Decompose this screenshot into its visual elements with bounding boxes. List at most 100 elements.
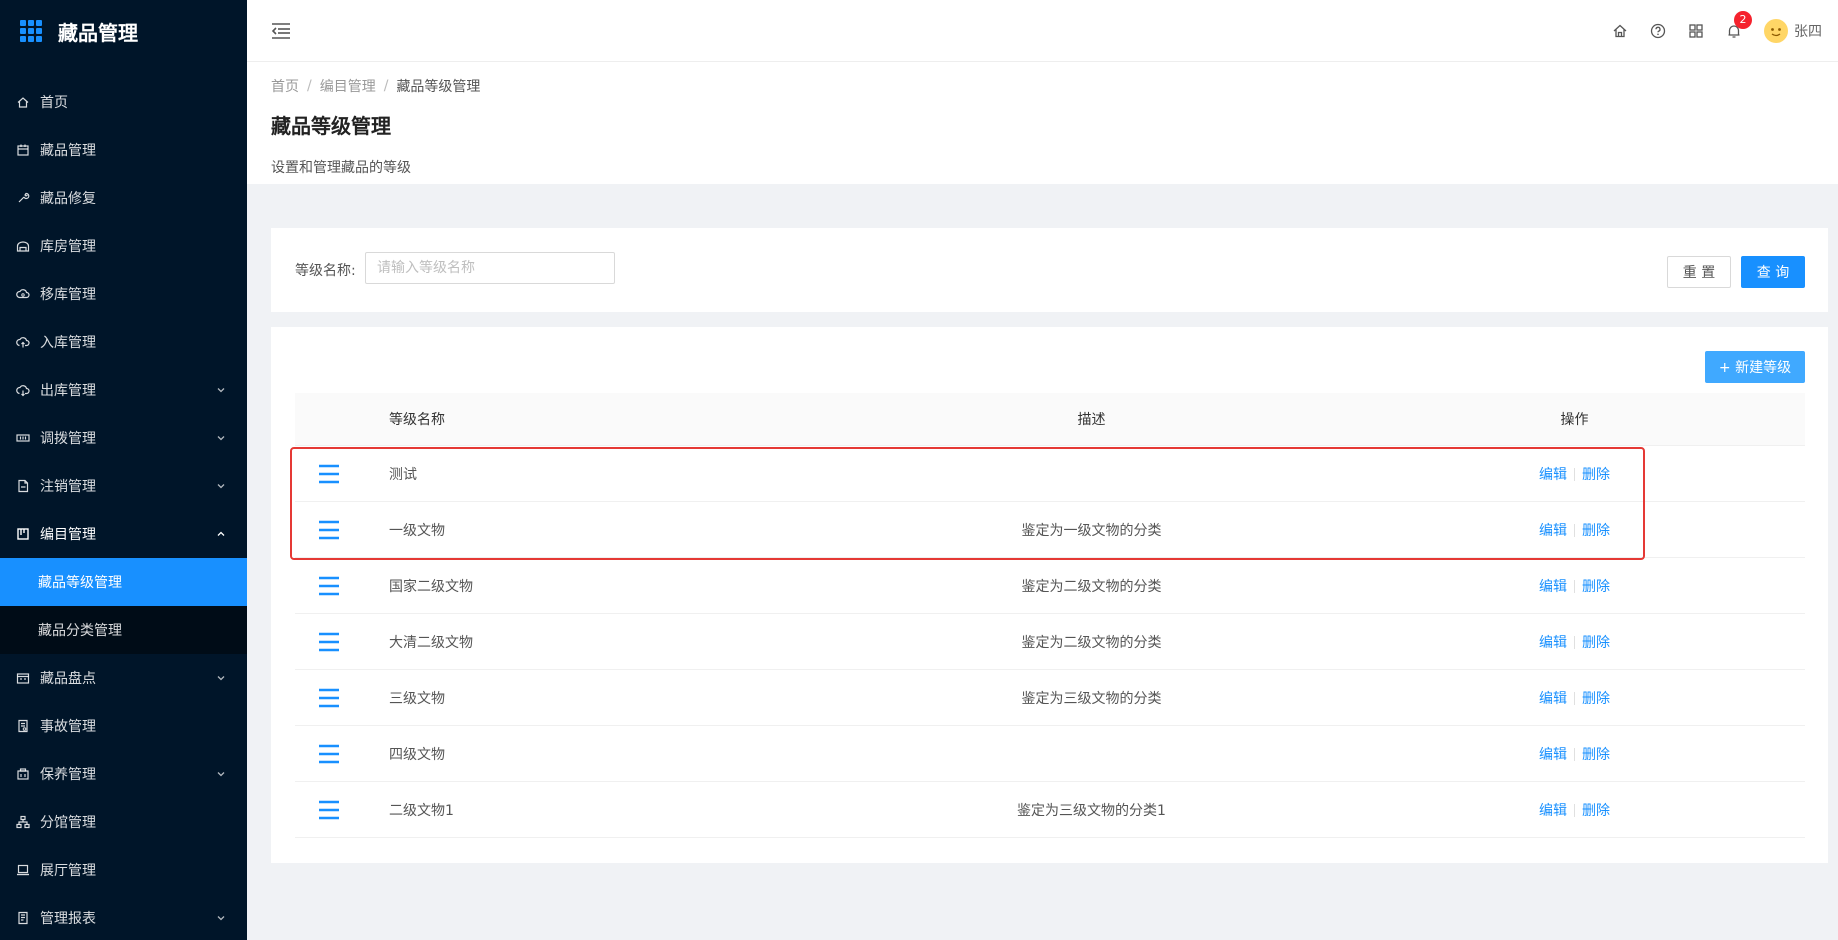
drag-handle-icon[interactable] [317, 519, 341, 541]
delete-link[interactable]: 删除 [1582, 803, 1610, 819]
sidebar-item[interactable]: 库房管理 [0, 222, 247, 270]
sidebar-item[interactable]: 管理报表 [0, 894, 247, 940]
edit-link[interactable]: 编辑 [1539, 747, 1567, 763]
table-row: 四级文物 编辑 删除 [295, 726, 1805, 782]
edit-link[interactable]: 编辑 [1539, 635, 1567, 651]
laptop-icon [16, 863, 30, 877]
drag-handle-icon[interactable] [317, 687, 341, 709]
home-icon [16, 95, 30, 109]
level-table: 等级名称 描述 操作 测试 编辑 删除 一级文物 鉴定为一级文物的分类 编辑 删除 国家二级文… [295, 393, 1805, 838]
level-name-label: 等级名称: [295, 263, 356, 279]
sidebar-item-label: 展厅管理 [40, 863, 96, 879]
level-description-cell: 鉴定为一级文物的分类 [1021, 522, 1162, 539]
edit-link[interactable]: 编辑 [1539, 691, 1567, 707]
sidebar-item-label: 首页 [40, 95, 68, 111]
branch-icon [16, 815, 30, 829]
file-icon [16, 479, 30, 493]
delete-link[interactable]: 删除 [1582, 579, 1610, 595]
sidebar-item-label: 管理报表 [40, 911, 96, 927]
search-card: 等级名称: 重 置 查 询 [271, 228, 1828, 312]
drag-cell [295, 519, 389, 541]
sidebar-item-label: 分馆管理 [40, 815, 96, 831]
warehouse-icon [16, 239, 30, 253]
edit-link[interactable]: 编辑 [1539, 579, 1567, 595]
sidebar-item-label: 移库管理 [40, 287, 96, 303]
table-row: 一级文物 鉴定为一级文物的分类 编辑 删除 [295, 502, 1805, 558]
sidebar-item[interactable]: 分馆管理 [0, 798, 247, 846]
sidebar-item[interactable]: 事故管理 [0, 702, 247, 750]
table-body: 测试 编辑 删除 一级文物 鉴定为一级文物的分类 编辑 删除 国家二级文物 鉴定为二级文物的分类… [295, 446, 1805, 838]
sidebar-item-label: 注销管理 [40, 479, 96, 495]
sidebar-item-label: 调拨管理 [40, 431, 96, 447]
report-icon [16, 911, 30, 925]
sidebar-item[interactable]: 展厅管理 [0, 846, 247, 894]
drag-handle-icon[interactable] [317, 631, 341, 653]
actions-cell: 编辑 删除 [1344, 520, 1805, 540]
help-icon[interactable] [1650, 23, 1666, 39]
action-divider [1574, 804, 1575, 817]
level-name-cell: 四级文物 [389, 746, 445, 763]
sidebar-item-label: 藏品盘点 [40, 671, 96, 687]
actions-cell: 编辑 删除 [1344, 800, 1805, 820]
column-header-actions: 操作 [1560, 412, 1589, 428]
drag-handle-icon[interactable] [317, 463, 341, 485]
breadcrumb-item-catalog[interactable]: 编目管理 [320, 76, 376, 96]
breadcrumb: 首页 / 编目管理 / 藏品等级管理 [271, 76, 1814, 96]
delete-link[interactable]: 删除 [1582, 691, 1610, 707]
edit-link[interactable]: 编辑 [1539, 523, 1567, 539]
breadcrumb-separator: / [383, 78, 389, 94]
delete-link[interactable]: 删除 [1582, 747, 1610, 763]
table-row: 测试 编辑 删除 [295, 446, 1805, 502]
transfer-icon [16, 431, 30, 445]
drag-cell [295, 799, 389, 821]
delete-link[interactable]: 删除 [1582, 523, 1610, 539]
notification-bell[interactable]: 2 [1726, 11, 1752, 39]
level-description-cell: 鉴定为三级文物的分类 [1021, 690, 1162, 707]
sidebar-item-label: 事故管理 [40, 719, 96, 735]
cloud-download-icon [16, 383, 30, 397]
logo: 藏品管理 [0, 0, 247, 62]
inventory-icon [16, 671, 30, 685]
sidebar-item[interactable]: 首页 [0, 78, 247, 126]
sidebar-item[interactable]: 出库管理 [0, 366, 247, 414]
action-divider [1574, 524, 1575, 537]
menu-fold-icon[interactable] [271, 22, 291, 40]
apps-icon[interactable] [1688, 23, 1704, 39]
sidebar-item[interactable]: 藏品盘点 [0, 654, 247, 702]
actions-cell: 编辑 删除 [1344, 464, 1805, 484]
edit-link[interactable]: 编辑 [1539, 467, 1567, 483]
new-level-button[interactable]: + 新建等级 [1705, 351, 1805, 383]
avatar[interactable] [1764, 19, 1788, 43]
cloud-upload-icon [16, 335, 30, 349]
sidebar-item[interactable]: 注销管理 [0, 462, 247, 510]
sidebar-menu: 首页 藏品管理 藏品修复 库房管理 移库管理 入库管理 出库管理 调拨管理 注销管理 编目管理 藏品… [0, 78, 247, 940]
chevron-down-icon [217, 484, 225, 489]
drag-cell [295, 687, 389, 709]
sidebar-item[interactable]: 移库管理 [0, 270, 247, 318]
delete-link[interactable]: 删除 [1582, 467, 1610, 483]
sidebar-subitem[interactable]: 藏品等级管理 [0, 558, 247, 606]
sidebar: 藏品管理 首页 藏品管理 藏品修复 库房管理 移库管理 入库管理 出库管理 调拨管理 注销管理编… [0, 0, 247, 940]
query-button[interactable]: 查 询 [1741, 256, 1805, 288]
reset-button[interactable]: 重 置 [1667, 256, 1731, 288]
sidebar-item[interactable]: 编目管理 [0, 510, 247, 558]
sidebar-subitem[interactable]: 藏品分类管理 [0, 606, 247, 654]
sidebar-item[interactable]: 调拨管理 [0, 414, 247, 462]
edit-link[interactable]: 编辑 [1539, 803, 1567, 819]
drag-handle-icon[interactable] [317, 743, 341, 765]
sidebar-item[interactable]: 保养管理 [0, 750, 247, 798]
sidebar-item[interactable]: 入库管理 [0, 318, 247, 366]
drag-handle-icon[interactable] [317, 799, 341, 821]
sidebar-item[interactable]: 藏品管理 [0, 126, 247, 174]
breadcrumb-item-home[interactable]: 首页 [271, 76, 299, 96]
sidebar-item[interactable]: 藏品修复 [0, 174, 247, 222]
level-name-cell: 二级文物1 [389, 802, 454, 819]
home-icon[interactable] [1612, 23, 1628, 39]
delete-link[interactable]: 删除 [1582, 635, 1610, 651]
move-icon [16, 287, 30, 301]
level-name-input[interactable] [365, 252, 615, 284]
chevron-down-icon [217, 916, 225, 921]
username[interactable]: 张四 [1794, 21, 1822, 41]
drag-cell [295, 575, 389, 597]
drag-handle-icon[interactable] [317, 575, 341, 597]
